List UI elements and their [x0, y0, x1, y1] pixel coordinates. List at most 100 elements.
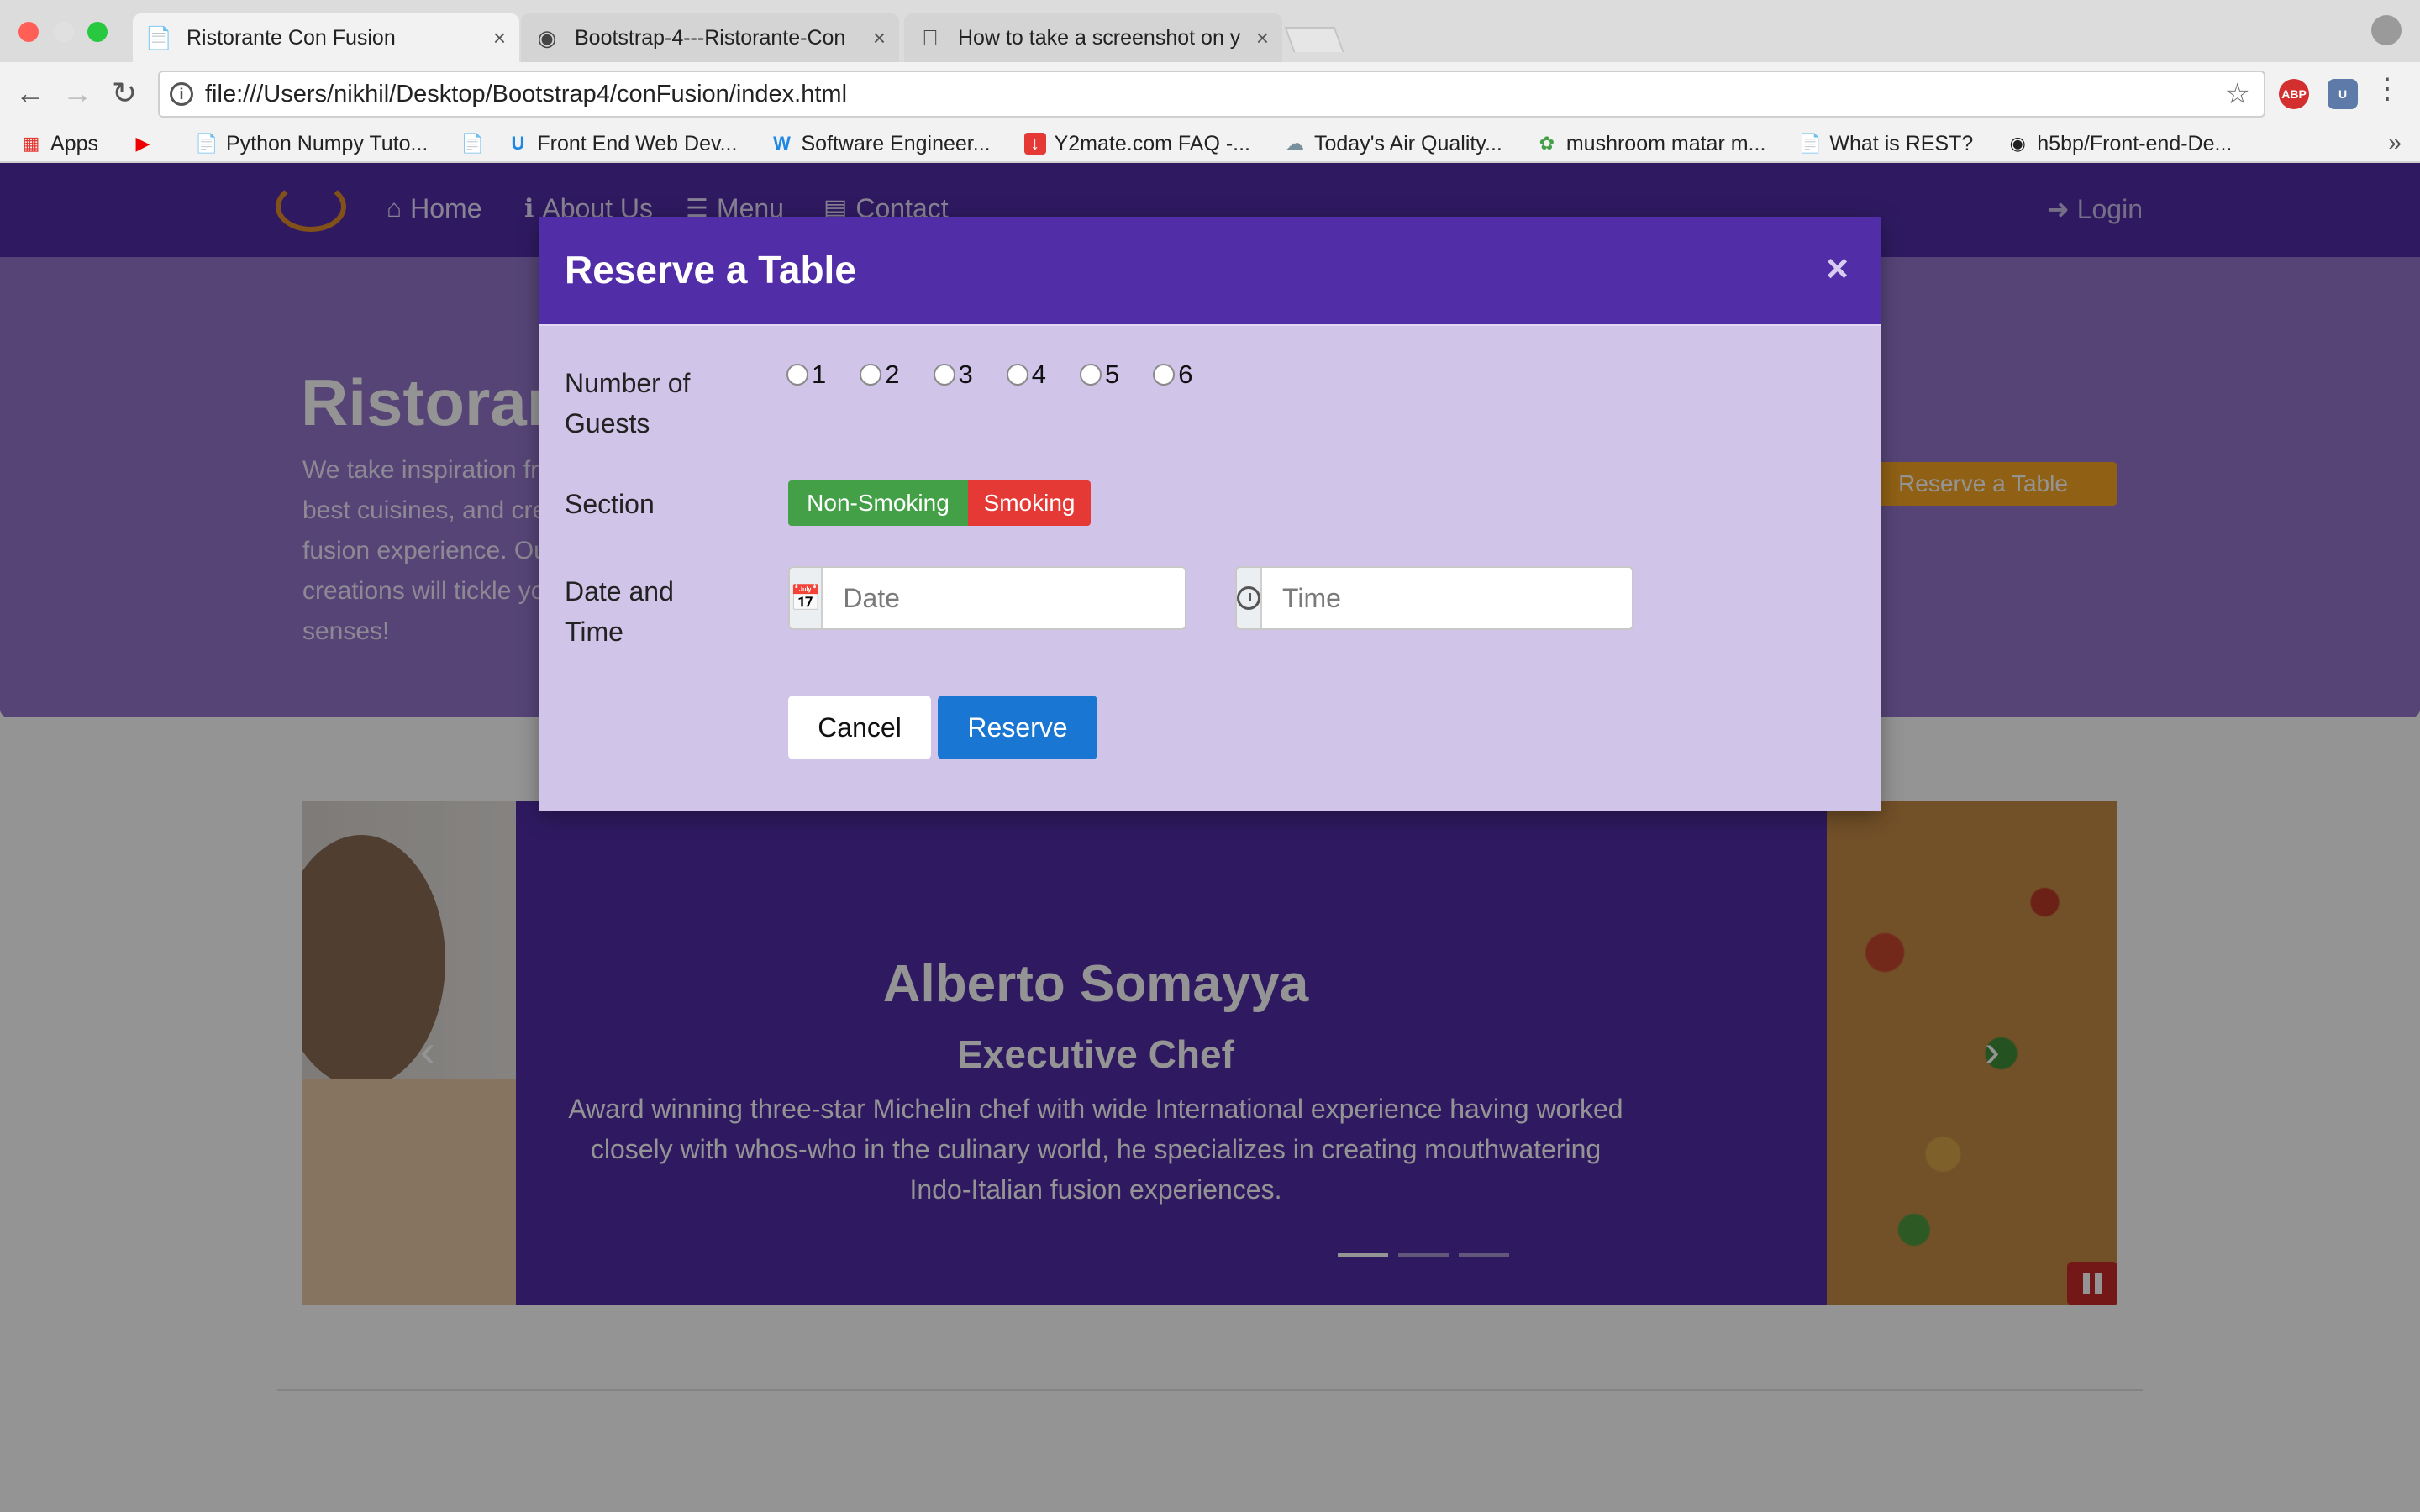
radio-button[interactable]: [786, 364, 808, 386]
page-icon: 📄: [145, 24, 173, 50]
bookmark-label: What is REST?: [1829, 131, 1974, 155]
page-icon: 📄: [1798, 133, 1823, 154]
radio-label: 5: [1105, 360, 1120, 389]
bookmark-software-engineer[interactable]: W Software Engineer...: [771, 131, 991, 156]
radio-label: 1: [812, 360, 827, 389]
page-icon: 📄: [460, 133, 485, 154]
bookmark-label: Software Engineer...: [801, 131, 991, 155]
date-input[interactable]: [823, 568, 1185, 628]
cancel-button[interactable]: Cancel: [788, 696, 931, 759]
guest-option-1[interactable]: 1: [786, 360, 826, 390]
section-toggle-group: Non-Smoking Smoking: [788, 480, 1091, 526]
bookmark-python-numpy[interactable]: 📄 Python Numpy Tuto...: [195, 131, 429, 156]
reserve-table-modal: Reserve a Table × Number of Guests 1 2 3…: [539, 217, 1881, 811]
github-icon: ◉: [537, 24, 557, 50]
clock-icon: [1237, 568, 1262, 628]
bookmark-label: h5bp/Front-end-De...: [2037, 131, 2233, 155]
calendar-icon: 📅: [790, 568, 823, 628]
radio-button[interactable]: [933, 364, 955, 386]
back-icon[interactable]: ←: [12, 76, 49, 111]
radio-label: 6: [1178, 360, 1193, 389]
address-bar[interactable]: i file:///Users/nikhil/Desktop/Bootstrap…: [158, 71, 2265, 118]
github-icon: ◉: [2009, 133, 2026, 154]
bookmark-h5bp[interactable]: ◉ h5bp/Front-end-De...: [2007, 131, 2233, 156]
radio-label: 4: [1031, 360, 1046, 389]
new-tab-button[interactable]: [1284, 27, 1344, 52]
adblock-icon[interactable]: ABP: [2279, 79, 2309, 109]
guest-option-2[interactable]: 2: [860, 360, 900, 390]
apple-icon: : [918, 25, 943, 50]
profile-icon[interactable]: [2371, 15, 2402, 45]
date-input-group: 📅: [788, 566, 1186, 630]
bookmark-label: Apps: [50, 131, 98, 155]
clock-face: [1237, 586, 1260, 610]
w-icon: W: [773, 133, 791, 154]
radio-button[interactable]: [1006, 364, 1028, 386]
guests-label: Number of Guests: [565, 368, 691, 438]
bookmark-label: Today's Air Quality...: [1314, 131, 1502, 155]
info-icon[interactable]: i: [170, 82, 193, 106]
modal-header: Reserve a Table ×: [539, 217, 1881, 326]
window-close-button[interactable]: [18, 22, 39, 42]
apps-grid-icon: ▦: [22, 133, 40, 154]
bookmark-apps[interactable]: ▦ Apps: [20, 132, 98, 156]
browser-toolbar: ← → ↻ i file:///Users/nikhil/Desktop/Boo…: [0, 62, 2420, 126]
bookmark-star-icon[interactable]: ☆: [2225, 77, 2250, 111]
bookmarks-overflow-icon[interactable]: »: [2388, 129, 2402, 156]
bookmark-air-quality[interactable]: ☁ Today's Air Quality...: [1284, 132, 1502, 156]
radio-label: 3: [958, 360, 973, 389]
bookmark-label: mushroom matar m...: [1565, 131, 1766, 155]
udemy-icon: U: [511, 133, 525, 154]
radio-button[interactable]: [1153, 364, 1176, 386]
tab-close-icon[interactable]: ×: [493, 25, 506, 51]
page-icon: 📄: [195, 133, 218, 154]
browser-tab[interactable]:  How to take a screenshot on y ×: [904, 13, 1282, 62]
reload-icon[interactable]: ↻: [106, 76, 143, 111]
bookmark-mushroom[interactable]: ✿ mushroom matar m...: [1536, 132, 1766, 156]
radio-button[interactable]: [1080, 364, 1102, 386]
cloud-icon: ☁: [1286, 133, 1304, 154]
datetime-label: Date and Time: [565, 576, 674, 647]
browser-tab-bar: 📄 Ristorante Con Fusion × ◉ Bootstrap-4-…: [0, 0, 2420, 62]
forward-icon[interactable]: →: [59, 76, 96, 111]
guest-option-3[interactable]: 3: [933, 360, 973, 390]
tab-title: How to take a screenshot on y: [958, 25, 1241, 50]
bookmark-y2mate[interactable]: ↓ Y2mate.com FAQ -...: [1023, 131, 1250, 156]
bookmark-label: Front End Web Dev...: [537, 131, 738, 155]
bookmark-front-end[interactable]: U Front End Web Dev...: [507, 132, 737, 156]
tab-title: Ristorante Con Fusion: [187, 25, 396, 50]
tab-title: Bootstrap-4---Ristorante-Con: [575, 25, 846, 50]
guests-radio-group: 1 2 3 4 5 6: [786, 360, 1227, 390]
youtube-icon: ▶: [135, 133, 150, 154]
window-zoom-button[interactable]: [87, 22, 108, 42]
bookmark-blank[interactable]: 📄: [461, 133, 492, 155]
browser-tab-active[interactable]: 📄 Ristorante Con Fusion ×: [133, 13, 519, 62]
time-input-group: [1235, 566, 1634, 630]
bookmark-label: Python Numpy Tuto...: [225, 131, 429, 155]
guest-option-6[interactable]: 6: [1153, 360, 1193, 390]
reserve-button[interactable]: Reserve: [938, 696, 1097, 759]
tab-close-icon[interactable]: ×: [873, 25, 886, 51]
section-label: Section: [565, 489, 655, 519]
radio-label: 2: [885, 360, 900, 389]
download-icon: ↓: [1023, 133, 1046, 155]
close-icon[interactable]: ×: [1826, 249, 1849, 287]
url-text: file:///Users/nikhil/Desktop/Bootstrap4/…: [205, 80, 848, 108]
bookmark-youtube[interactable]: ▶: [132, 133, 162, 155]
browser-menu-icon[interactable]: ⋮: [2373, 72, 2402, 106]
time-input[interactable]: [1262, 568, 1632, 628]
bookmark-rest[interactable]: 📄 What is REST?: [1798, 131, 1974, 156]
bookmark-label: Y2mate.com FAQ -...: [1054, 131, 1250, 155]
window-minimize-button[interactable]: [54, 22, 74, 42]
tab-close-icon[interactable]: ×: [1256, 25, 1269, 51]
radio-button[interactable]: [860, 364, 882, 386]
smoking-button[interactable]: Smoking: [968, 480, 1091, 526]
modal-title: Reserve a Table: [565, 248, 856, 291]
guest-option-4[interactable]: 4: [1006, 360, 1046, 390]
leaf-icon: ✿: [1539, 133, 1555, 154]
extension-icon[interactable]: U: [2328, 79, 2358, 109]
guest-option-5[interactable]: 5: [1080, 360, 1119, 390]
non-smoking-button[interactable]: Non-Smoking: [788, 480, 968, 526]
bookmarks-bar: ▦ Apps ▶ 📄 Python Numpy Tuto... 📄 U Fron…: [0, 126, 2420, 163]
browser-tab[interactable]: ◉ Bootstrap-4---Ristorante-Con ×: [521, 13, 899, 62]
